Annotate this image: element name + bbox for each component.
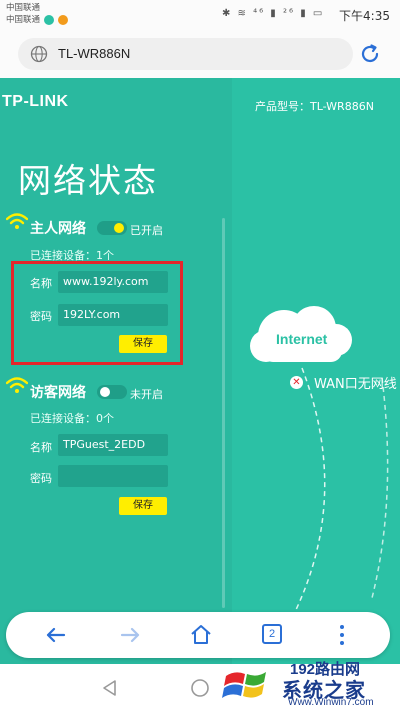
- host-network-title: 主人网络: [30, 221, 86, 237]
- disconnected-icon: ✕: [290, 376, 303, 389]
- guest-save-button[interactable]: 保存: [119, 497, 167, 515]
- guest-ssid-field[interactable]: TPGuest_2EDD: [58, 434, 168, 456]
- carrier-label-2: 中国联通: [6, 15, 41, 25]
- wifi-icon-guest: [6, 377, 28, 393]
- nav-back-icon[interactable]: [100, 678, 120, 698]
- guest-name-label: 名称: [30, 441, 52, 454]
- tp-link-logo: TP-LINK: [2, 93, 69, 110]
- tab-count: 2: [262, 624, 282, 644]
- forward-icon[interactable]: [116, 621, 144, 649]
- guest-network-status: 未开启: [130, 388, 163, 401]
- weibo-icon: [58, 15, 68, 25]
- watermark: 192路由网 系统之家 Www.Winwin7.com: [200, 656, 400, 711]
- guest-network-toggle[interactable]: [97, 385, 127, 399]
- guest-password-label: 密码: [30, 472, 52, 485]
- wan-status: WAN口无网线: [314, 377, 397, 392]
- watermark-url: Www.Winwin7.com: [288, 697, 374, 708]
- highlight-box: [11, 261, 183, 365]
- globe-icon: [30, 45, 48, 63]
- network-diagram: [232, 78, 400, 664]
- host-network-status: 已开启: [130, 224, 163, 237]
- status-icons: ✱ ≋ ⁴⁶ ▮ ²⁶ ▮ ▭: [222, 8, 325, 19]
- toggle-knob: [114, 223, 124, 233]
- status-bar: 中国联通 中国联通 ✱ ≋ ⁴⁶ ▮ ²⁶ ▮ ▭ 下午4:35: [0, 0, 400, 30]
- notification-icon: [44, 15, 54, 25]
- wifi-icon: [6, 213, 28, 229]
- guest-connected-devices: 已连接设备：0个: [30, 412, 114, 425]
- product-model: 产品型号：TL-WR886N: [255, 100, 374, 113]
- router-admin-page: TP-LINK 产品型号：TL-WR886N 网络状态 主人网络 已开启 已连接…: [0, 78, 400, 664]
- guest-network-title: 访客网络: [30, 385, 86, 401]
- internet-label: Internet: [276, 331, 328, 347]
- url-text: TL-WR886N: [58, 46, 131, 61]
- page-title: 网络状态: [18, 161, 158, 200]
- carrier-label: 中国联通: [6, 3, 41, 13]
- home-icon[interactable]: [187, 621, 215, 649]
- address-bar: TL-WR886N: [0, 30, 400, 78]
- reload-icon[interactable]: [358, 42, 382, 66]
- url-field[interactable]: TL-WR886N: [18, 38, 353, 70]
- host-network-toggle[interactable]: [97, 221, 127, 235]
- panel-scrollbar[interactable]: [222, 218, 225, 608]
- more-icon[interactable]: [328, 621, 356, 649]
- browser-toolbar: 2: [6, 612, 390, 658]
- back-icon[interactable]: [42, 621, 70, 649]
- tabs-button[interactable]: 2: [262, 621, 290, 649]
- toggle-knob: [100, 387, 110, 397]
- windows-logo-icon: [222, 672, 266, 698]
- guest-password-field[interactable]: [58, 465, 168, 487]
- clock: 下午4:35: [339, 9, 390, 23]
